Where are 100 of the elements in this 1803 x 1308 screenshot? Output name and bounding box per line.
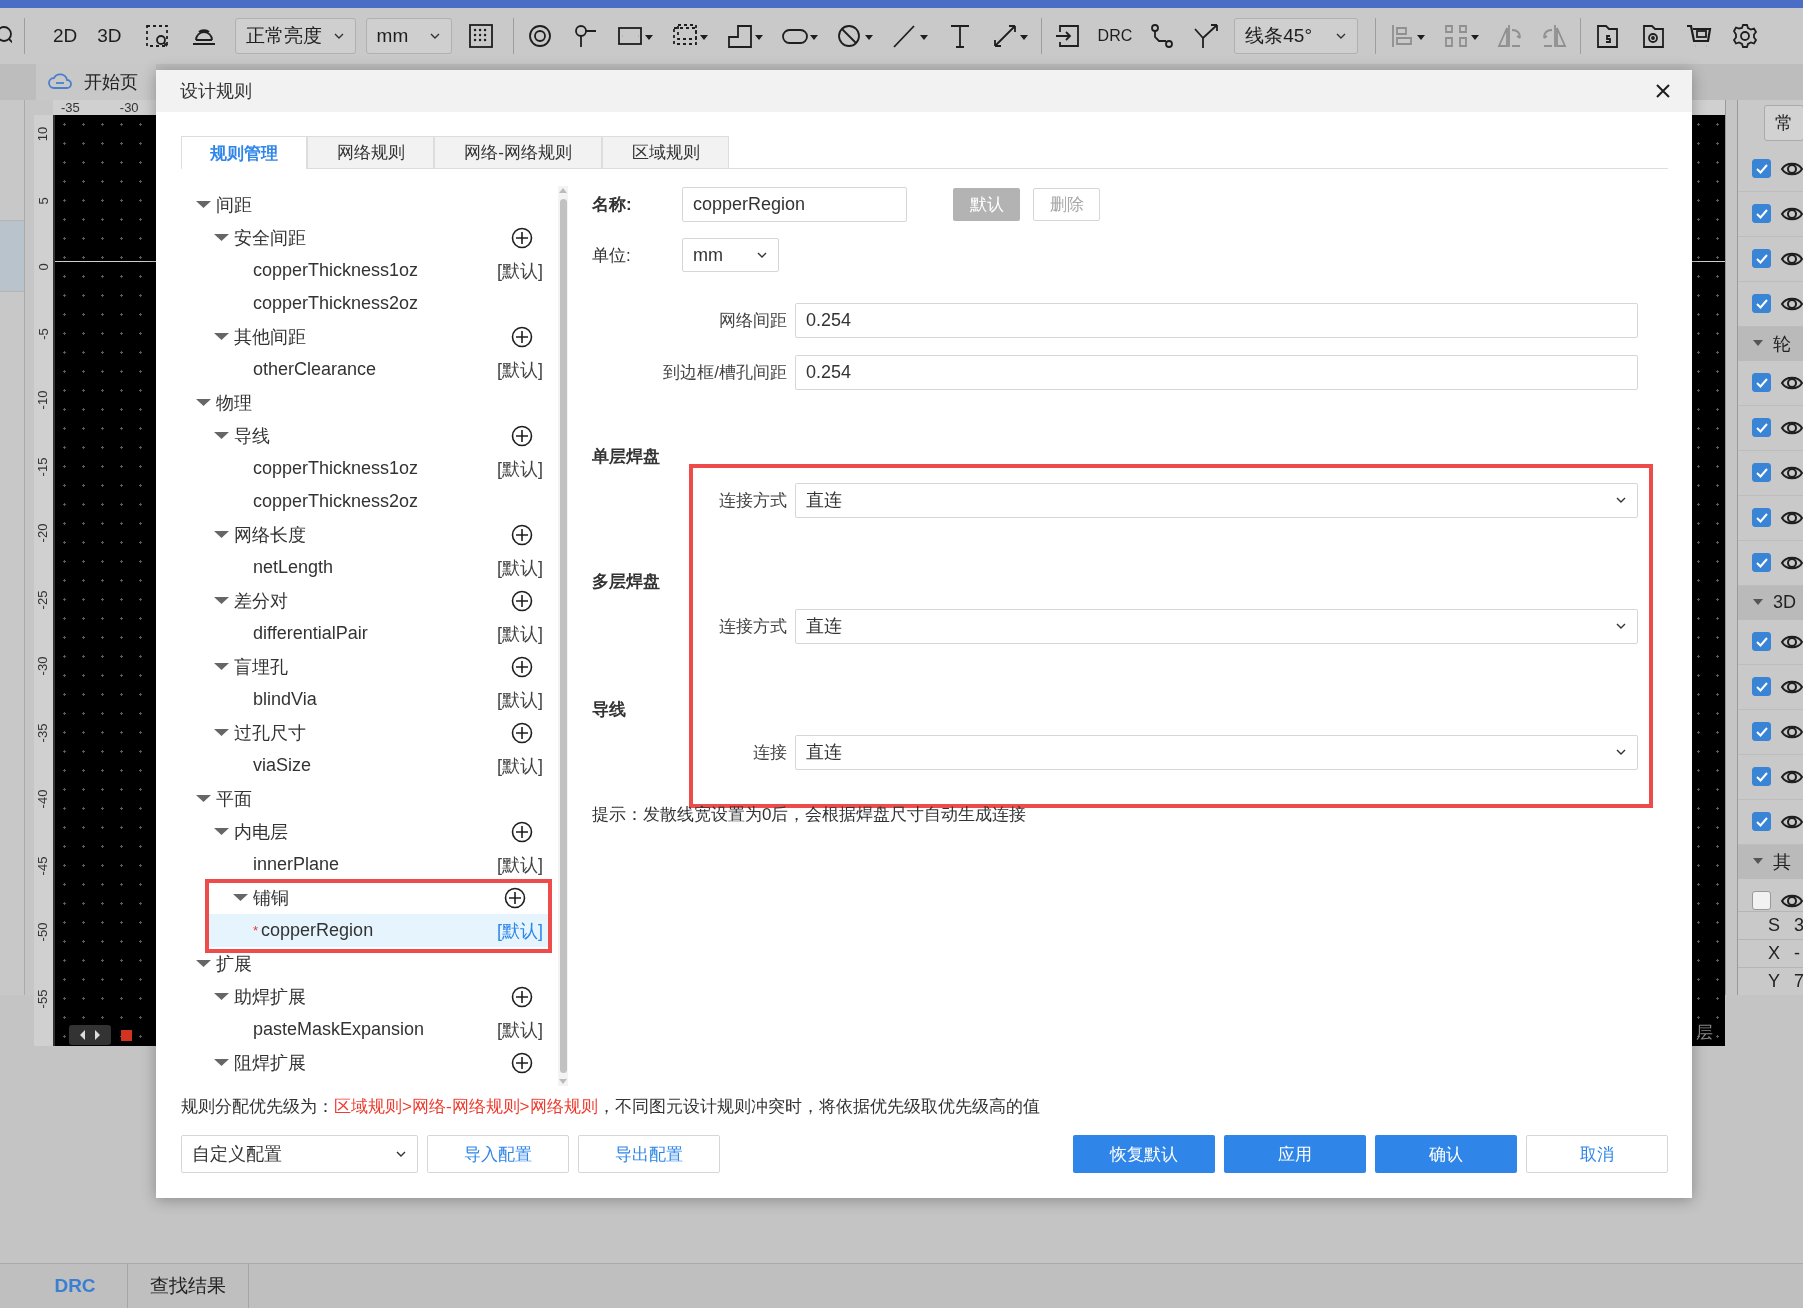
add-icon[interactable] — [511, 985, 533, 1008]
ruler-label: -5 — [36, 327, 51, 340]
restore-defaults-button[interactable]: 恢复默认 — [1073, 1135, 1215, 1173]
tree-item[interactable]: blindVia [默认] — [190, 683, 555, 716]
tree-item[interactable]: 网络长度 — [190, 518, 555, 551]
document-tab[interactable]: 开始页 — [36, 64, 156, 100]
tree-item[interactable]: 物理 — [190, 386, 555, 419]
view-2d-button[interactable]: 2D — [43, 25, 88, 47]
connection-dropdown[interactable]: 直连 — [795, 608, 1638, 644]
checkbox[interactable] — [1752, 373, 1771, 393]
right-arrow-icon[interactable] — [93, 1028, 103, 1042]
grid-icon[interactable] — [466, 22, 495, 50]
add-icon[interactable] — [511, 424, 533, 447]
tree-item[interactable]: copperThickness1oz [默认] — [190, 254, 555, 287]
default-tag: [默认] — [497, 357, 543, 382]
default-tag: [默认] — [497, 555, 543, 580]
checkbox[interactable] — [1752, 812, 1771, 832]
tree-item[interactable]: 盲埋孔 — [190, 650, 555, 683]
view-3d-button[interactable]: 3D — [87, 25, 132, 47]
connection-dropdown[interactable]: 直连 — [795, 734, 1638, 770]
add-icon[interactable] — [511, 325, 533, 348]
tree-item[interactable]: 导线 — [190, 419, 555, 452]
tree-item[interactable]: 差分对 — [190, 584, 555, 617]
tree-item[interactable]: 间距 — [190, 188, 555, 221]
unit-dropdown[interactable]: mm — [365, 18, 452, 54]
checkbox[interactable] — [1752, 677, 1771, 697]
cancel-button[interactable]: 取消 — [1526, 1135, 1668, 1173]
add-icon[interactable] — [511, 523, 533, 546]
checkbox[interactable] — [1752, 722, 1771, 742]
checkbox[interactable] — [1752, 249, 1771, 269]
circle-slash-icon[interactable] — [835, 22, 874, 50]
unit-dropdown[interactable]: mm — [682, 238, 779, 272]
layer-nav-bar[interactable] — [69, 1025, 111, 1045]
layer-group-header[interactable]: 其 — [1738, 844, 1803, 879]
checkbox[interactable] — [1752, 891, 1771, 911]
checkbox[interactable] — [1752, 418, 1771, 438]
brightness-dropdown[interactable]: 正常亮度 — [234, 18, 356, 54]
add-icon[interactable] — [511, 655, 533, 678]
section-title: 导线 — [592, 699, 627, 721]
ruler-label: -25 — [36, 590, 51, 609]
close-icon[interactable] — [1654, 82, 1672, 100]
checkbox[interactable] — [1752, 294, 1771, 314]
checkbox[interactable] — [1752, 159, 1771, 179]
connection-dropdown[interactable]: 直连 — [795, 482, 1638, 518]
default-tag: [默认] — [497, 753, 543, 778]
tree-item[interactable]: 安全间距 — [190, 221, 555, 254]
tree-item[interactable]: otherClearance [默认] — [190, 353, 555, 386]
apply-button[interactable]: 应用 — [1224, 1135, 1366, 1173]
name-field[interactable]: copperRegion — [682, 186, 907, 222]
tree-item[interactable]: differentialPair [默认] — [190, 617, 555, 650]
tree-item[interactable]: copperThickness2oz — [190, 287, 555, 320]
scrollbar-thumb[interactable] — [559, 199, 567, 1073]
import-button[interactable]: 导入配置 — [427, 1135, 569, 1173]
settings-icon[interactable] — [1731, 22, 1760, 50]
add-icon[interactable] — [511, 226, 533, 249]
checkbox[interactable] — [1752, 553, 1771, 573]
drc-button[interactable]: DRC — [1097, 27, 1133, 45]
tree-item[interactable]: pasteMaskExpansion [默认] — [190, 1013, 555, 1046]
tab[interactable]: 区域规则 — [602, 136, 729, 168]
tab[interactable]: 网络-网络规则 — [434, 136, 602, 168]
config-dropdown[interactable]: 自定义配置 — [181, 1135, 418, 1173]
input-field[interactable]: 0.254 — [795, 355, 1638, 390]
fork-arrow-icon[interactable] — [1192, 22, 1221, 50]
tree-item[interactable]: copperThickness1oz [默认] — [190, 452, 555, 485]
checkbox[interactable] — [1752, 204, 1771, 224]
polygon-icon[interactable] — [725, 22, 764, 50]
tree-item[interactable]: 内电层 — [190, 815, 555, 848]
tree-item[interactable]: 助焊扩展 — [190, 980, 555, 1013]
scrollbar-track[interactable] — [558, 186, 568, 1086]
layer-group-header[interactable]: 3D — [1738, 585, 1803, 620]
arrow-into-box-icon[interactable] — [1053, 22, 1082, 50]
tab[interactable]: 规则管理 — [181, 136, 307, 169]
add-icon[interactable] — [511, 721, 533, 744]
checkbox[interactable] — [1752, 632, 1771, 652]
route-mode-dropdown[interactable]: 线条45° — [1234, 18, 1359, 54]
input-field[interactable]: 0.254 — [795, 303, 1638, 338]
tree-item[interactable]: 过孔尺寸 — [190, 716, 555, 749]
section-title: 单层焊盘 — [592, 445, 661, 468]
add-icon[interactable] — [504, 886, 526, 909]
layer-group-header[interactable]: 轮 — [1738, 326, 1803, 361]
tab[interactable]: 网络规则 — [307, 136, 434, 168]
tree-item[interactable]: 平面 — [190, 782, 555, 815]
tree-item[interactable]: 阻焊扩展 — [190, 1046, 555, 1079]
export-button[interactable]: 导出配置 — [578, 1135, 720, 1173]
add-icon[interactable] — [511, 820, 533, 843]
tree-item[interactable]: viaSize [默认] — [190, 749, 555, 782]
tree-item[interactable]: copperThickness2oz — [190, 485, 555, 518]
add-icon[interactable] — [511, 1051, 533, 1074]
checkbox[interactable] — [1752, 508, 1771, 528]
tree-item[interactable]: 其他间距 — [190, 320, 555, 353]
layer-color-swatch[interactable] — [121, 1029, 132, 1041]
confirm-button[interactable]: 确认 — [1375, 1135, 1517, 1173]
panel-tab[interactable]: 常 — [1764, 105, 1803, 142]
add-icon[interactable] — [511, 589, 533, 612]
tree-item[interactable]: netLength [默认] — [190, 551, 555, 584]
panel-tab[interactable]: 查找结果 — [128, 1264, 249, 1308]
tree-item[interactable]: innerPlane [默认] — [190, 848, 555, 881]
checkbox[interactable] — [1752, 463, 1771, 483]
checkbox[interactable] — [1752, 767, 1771, 787]
tree-item[interactable]: * copperRegion [默认] — [209, 914, 548, 947]
